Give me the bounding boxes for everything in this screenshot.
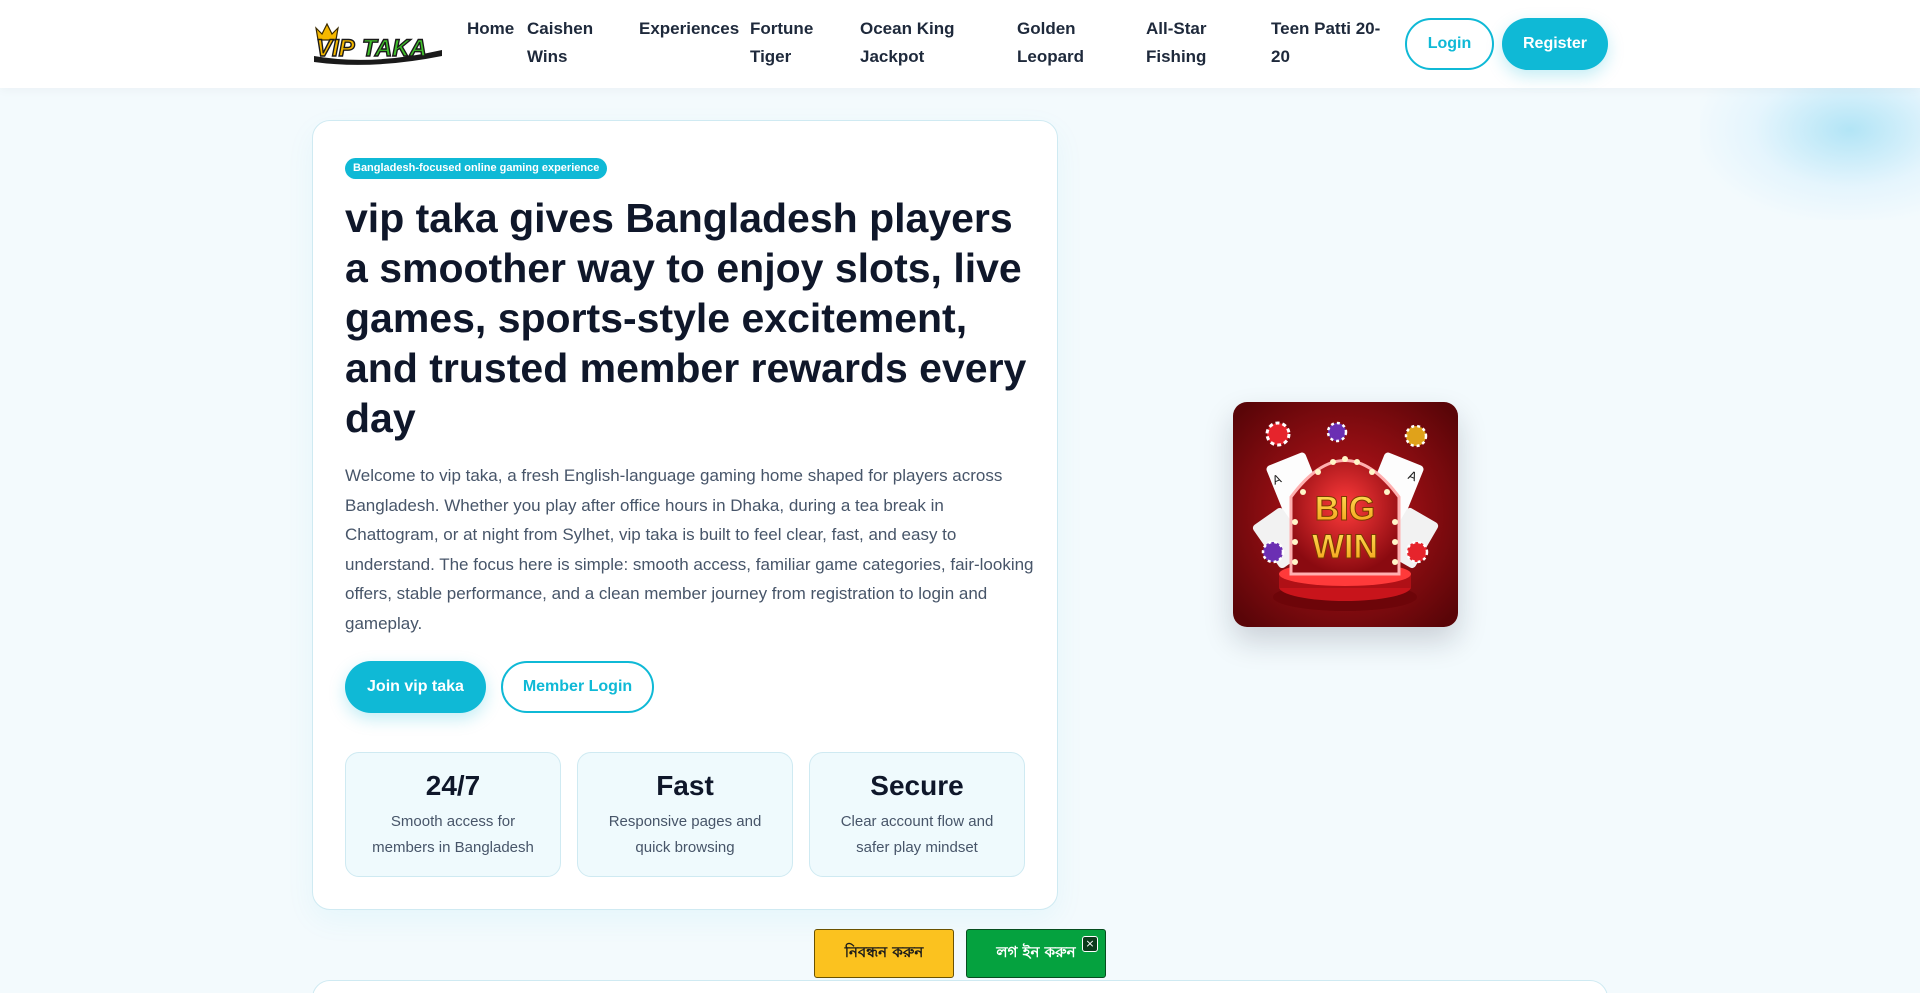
hero-badge: Bangladesh-focused online gaming experie… [345, 158, 608, 179]
stat-label: Smooth access for members in Bangladesh [372, 813, 534, 856]
nav-ocean-king-jackpot[interactable]: Ocean King Jackpot [860, 15, 960, 71]
stat-value: Secure [870, 770, 964, 801]
next-section-card [312, 980, 1608, 993]
nav-experiences[interactable]: Experiences [639, 15, 739, 43]
site-header: VIP TAKA Home Caishen Wins Experiences F… [0, 0, 1920, 88]
nav-teen-patti[interactable]: Teen Patti 20-20 [1271, 15, 1386, 71]
stat-value: 24/7 [425, 770, 481, 801]
header-login-button[interactable]: Login [1405, 18, 1494, 70]
nav-home[interactable]: Home [467, 15, 517, 43]
stat-label: Responsive pages and quick browsing [608, 813, 762, 856]
stat-label: Clear account flow and safer play mindse… [840, 813, 994, 856]
sticky-register-button[interactable]: নিবন্ধন করুন [814, 929, 954, 978]
big-text: BIG [1315, 490, 1375, 528]
nav-caishen-wins[interactable]: Caishen Wins [527, 15, 595, 71]
hero-description: Welcome to vip taka, a fresh English-lan… [345, 466, 1034, 633]
join-button[interactable]: Join vip taka [345, 661, 486, 713]
big-win-promo-image: A A BIG WIN [1233, 402, 1458, 627]
logo-taka-text: TAKA [362, 35, 427, 62]
header-register-button[interactable]: Register [1502, 18, 1608, 70]
logo-vip-text: VIP [316, 35, 356, 62]
nav-fortune-tiger[interactable]: Fortune Tiger [750, 15, 820, 71]
close-icon[interactable]: × [1082, 936, 1098, 952]
stat-card-security: Secure Clear account flow and safer play… [809, 752, 1025, 877]
stat-card-speed: Fast Responsive pages and quick browsing [577, 752, 793, 877]
win-text: WIN [1312, 528, 1378, 566]
hero-card: Bangladesh-focused online gaming experie… [312, 120, 1058, 910]
nav-golden-leopard[interactable]: Golden Leopard [1017, 15, 1097, 71]
nav-all-star-fishing[interactable]: All-Star Fishing [1146, 15, 1216, 71]
stat-value: Fast [656, 770, 714, 801]
member-login-button[interactable]: Member Login [501, 661, 654, 713]
stat-card-availability: 24/7 Smooth access for members in Bangla… [345, 752, 561, 877]
viptaka-logo[interactable]: VIP TAKA [312, 20, 444, 66]
hero-title: vip taka gives Bangladesh players a smoo… [345, 195, 1027, 441]
